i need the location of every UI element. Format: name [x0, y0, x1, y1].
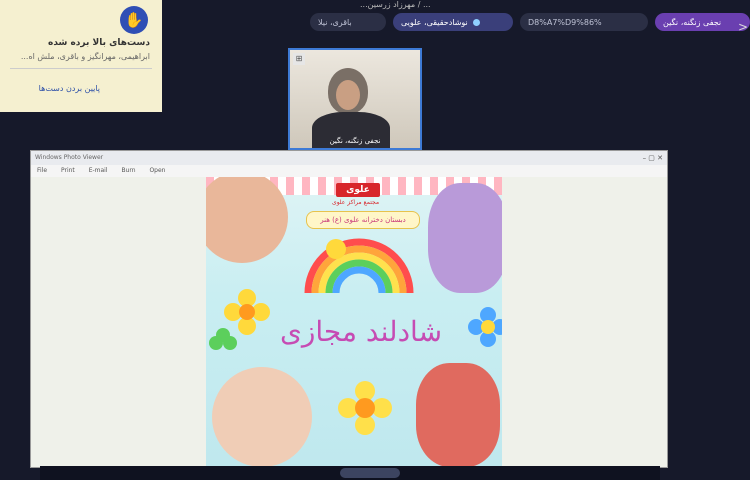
scroll-right-icon[interactable]: > [738, 20, 748, 34]
menu-item-email[interactable]: E-mail [89, 167, 108, 174]
menu-item-burn[interactable]: Burn [121, 167, 135, 174]
flower-illustration [338, 381, 392, 435]
character-girl-top-left [206, 177, 288, 263]
poster-brand-subtitle: مجتمع مراکز علوی [332, 199, 380, 206]
participant-name: نجفی زنگنه، نگین [663, 17, 722, 27]
webcam-name-label: نجفی زنگنه، نگین [329, 137, 381, 145]
flower-illustration [468, 307, 502, 347]
character-boy-bottom-left [212, 367, 312, 467]
participant-name: نوشادحقیقی، علویی [401, 17, 468, 27]
photo-viewer-canvas: علوی مجتمع مراکز علوی دبستان دخترانه علو… [31, 177, 667, 469]
participant-pill-4[interactable]: باقری، نیلا [310, 13, 386, 31]
menu-item-file[interactable]: File [37, 167, 47, 174]
meeting-title: ...مهرزاد زرسین / ... [360, 0, 431, 9]
share-controls[interactable] [340, 468, 400, 478]
participant-pill-2[interactable]: D8%A7%D9%86% [520, 13, 648, 31]
rainbow-illustration [304, 238, 414, 294]
window-title: Windows Photo Viewer [35, 154, 104, 161]
raised-hands-title: دست‌های بالا برده شده [48, 38, 150, 48]
poster-brand-logo: علوی [336, 183, 380, 197]
participant-name: D8%A7%D9%86% [528, 17, 602, 27]
menu-item-open[interactable]: Open [149, 167, 165, 174]
shared-screen: Windows Photo Viewer – ▢ ✕ File Print E-… [30, 150, 668, 469]
window-title-bar: Windows Photo Viewer – ▢ ✕ [31, 151, 667, 165]
pin-icon[interactable]: ⊞ [293, 53, 305, 65]
poster-ribbon: دبستان دخترانه علوی (ع) هنر [306, 211, 420, 229]
raised-hand-icon: ✋ [120, 6, 148, 34]
participant-pill-1[interactable]: نجفی زنگنه، نگین [655, 13, 750, 31]
webcam-person-face [336, 80, 360, 110]
lower-all-hands-link[interactable]: پایین بردن دست‌ها [39, 84, 100, 93]
raised-hands-names: ابراهیمی، مهرانگیز و باقری، ملش اه... [20, 52, 150, 61]
character-girl-bottom-right [416, 363, 500, 467]
window-controls[interactable]: – ▢ ✕ [643, 151, 663, 165]
mic-icon [472, 18, 480, 26]
poster-headline: شادلند مجازی [279, 315, 443, 348]
menu-item-print[interactable]: Print [61, 167, 75, 174]
participant-pill-3[interactable]: نوشادحقیقی، علویی [393, 13, 513, 31]
participant-name: باقری، نیلا [318, 17, 352, 27]
poster-image: علوی مجتمع مراکز علوی دبستان دخترانه علو… [206, 177, 502, 469]
raised-hands-panel: ✋ دست‌های بالا برده شده ابراهیمی، مهرانگ… [0, 0, 162, 112]
screen-share-toolbar [40, 466, 660, 480]
clover-illustration [209, 328, 237, 350]
divider [10, 68, 152, 69]
webcam-tile[interactable]: ⊞ نجفی زنگنه، نگین [288, 48, 422, 150]
character-girl-top-right [428, 183, 502, 293]
